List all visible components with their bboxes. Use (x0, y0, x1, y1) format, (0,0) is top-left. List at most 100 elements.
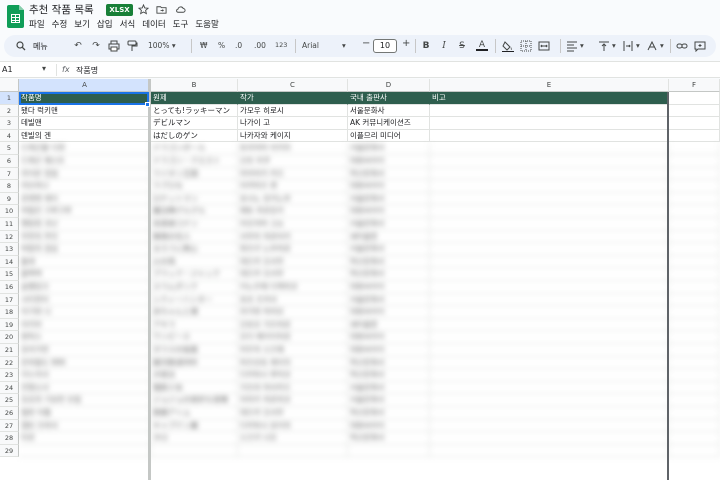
cell[interactable]: 드래곤 퀘스트 (19, 155, 151, 168)
italic-icon[interactable]: I (438, 40, 450, 52)
cell[interactable] (430, 432, 669, 445)
cell[interactable]: 마츠모토 레이지 (238, 356, 348, 370)
cell[interactable] (669, 432, 720, 445)
cell[interactable]: 사무라 히로아키 (238, 230, 348, 244)
cell[interactable]: 대원씨아이 (348, 306, 430, 319)
cell[interactable]: 서울문화사 (348, 243, 430, 256)
cell[interactable]: 드래곤볼 디엔 (19, 142, 151, 155)
cell[interactable]: 火の鳥 (151, 255, 238, 269)
row-header[interactable]: 10 (0, 205, 19, 218)
cell[interactable]: 데즈카 오사무 (238, 268, 348, 281)
cell[interactable]: シティーハンター (151, 293, 238, 307)
chevron-down-icon[interactable]: ▾ (42, 64, 46, 73)
cell[interactable]: 시티헌터 (19, 293, 151, 307)
cell[interactable]: 이노우에 다케히코 (238, 281, 348, 294)
cell[interactable]: 가츠라 마사카즈 (238, 381, 348, 395)
column-header-a[interactable]: A (19, 79, 151, 92)
cell[interactable]: 작품명 (19, 92, 151, 105)
cell[interactable]: 서울문화사 (348, 192, 430, 206)
cell[interactable]: 유리가면 (19, 344, 151, 357)
cell[interactable]: 미우치 스즈에 (238, 344, 348, 357)
cell[interactable]: ブラック・ジャック (151, 268, 238, 281)
cell[interactable] (669, 218, 720, 231)
cell[interactable]: 토리야마 아키라 (238, 142, 348, 155)
cell[interactable] (669, 167, 720, 181)
cell[interactable] (669, 281, 720, 294)
cell[interactable]: 블랙잭 (19, 268, 151, 281)
row-header[interactable]: 19 (0, 318, 19, 332)
cell[interactable] (669, 356, 720, 370)
cell[interactable]: 캡틴 츠바사 (19, 419, 151, 433)
row-header[interactable]: 26 (0, 407, 19, 420)
cell[interactable]: 학산문화사 (348, 255, 430, 269)
cell[interactable]: 죠죠의 기묘한 모험 (19, 394, 151, 407)
row-header[interactable]: 1 (0, 92, 19, 105)
cell[interactable] (669, 205, 720, 218)
merge-cells-icon[interactable] (538, 40, 550, 52)
cell[interactable]: デビルマン (151, 117, 238, 130)
cell[interactable] (669, 444, 720, 458)
cell[interactable] (430, 381, 669, 395)
increase-decimal-button[interactable]: .00 (254, 41, 266, 50)
cell[interactable]: 서울문화사 (348, 104, 430, 118)
cell[interactable]: 불새 (19, 255, 151, 269)
cell[interactable]: ジョジョの奇妙な冒険 (151, 394, 238, 407)
cell[interactable]: ロケットマン (151, 192, 238, 206)
cell[interactable]: 아라키 히로히코 (238, 394, 348, 407)
cell[interactable]: 학산문화사 (348, 369, 430, 382)
name-box[interactable]: A1 (2, 65, 13, 74)
chevron-down-icon[interactable]: ▾ (660, 41, 664, 50)
cell[interactable]: 마법진 구루구루 (19, 205, 151, 218)
cell[interactable]: キャプテン翼 (151, 419, 238, 433)
font-size-input[interactable]: 10 (373, 39, 397, 53)
cell[interactable]: 대원씨아이 (348, 155, 430, 168)
cell[interactable] (430, 331, 669, 344)
cell[interactable] (669, 306, 720, 319)
column-header-b[interactable]: B (151, 79, 238, 92)
menu-file[interactable]: 파일 (29, 18, 45, 30)
print-icon[interactable] (108, 40, 120, 52)
row-header[interactable]: 12 (0, 230, 19, 244)
currency-format-button[interactable]: ₩ (200, 41, 207, 50)
cell[interactable]: 데즈카 오사무 (238, 255, 348, 269)
link-icon[interactable] (676, 40, 688, 52)
column-header-e[interactable]: E (430, 79, 669, 92)
cell[interactable] (430, 142, 669, 155)
menu-tools[interactable]: 도구 (173, 18, 189, 30)
cell[interactable]: 서울문화사 (348, 394, 430, 407)
cell[interactable]: 서울문화사 (348, 218, 430, 231)
menu-insert[interactable]: 삽입 (97, 18, 113, 30)
cell[interactable]: 鉄腕アトム (151, 407, 238, 420)
decrease-decimal-button[interactable]: .0 (235, 41, 242, 50)
vertical-align-icon[interactable] (598, 40, 610, 52)
cell[interactable] (669, 255, 720, 269)
menu-format[interactable]: 서식 (120, 18, 136, 30)
row-header[interactable]: 25 (0, 394, 19, 407)
row-header[interactable]: 14 (0, 255, 19, 269)
cell[interactable]: 에토 히로유키 (238, 205, 348, 218)
cell[interactable] (151, 444, 238, 458)
cell[interactable]: 서울문화사 (348, 142, 430, 155)
font-size-decrease-button[interactable]: − (362, 38, 370, 49)
cell[interactable] (669, 394, 720, 407)
cell[interactable] (669, 129, 720, 143)
cell[interactable]: 미야자키 카즈 (238, 167, 348, 181)
cell[interactable]: 산조 리쿠 (238, 155, 348, 168)
cell[interactable]: 대원씨아이 (348, 281, 430, 294)
cell[interactable]: 호시노 유키노부 (238, 192, 348, 206)
cell[interactable] (669, 381, 720, 395)
document-title[interactable]: 추천 작품 목록 (29, 2, 94, 17)
cell[interactable] (669, 344, 720, 357)
cell[interactable]: 대원씨아이 (348, 180, 430, 193)
row-header[interactable]: 28 (0, 432, 19, 445)
row-header[interactable]: 13 (0, 243, 19, 256)
cell[interactable] (430, 167, 669, 181)
cell[interactable]: とっても!ラッキーマン (151, 104, 238, 118)
cell[interactable]: 라이온 킹덤 (19, 167, 151, 181)
cell[interactable]: 아카마츠 켄 (238, 180, 348, 193)
cell[interactable]: ドラゴンボール (151, 142, 238, 155)
row-header[interactable]: 9 (0, 192, 19, 206)
cell[interactable]: 아키라 (19, 318, 151, 332)
cell[interactable] (669, 155, 720, 168)
cell[interactable]: 원피스 (19, 331, 151, 344)
